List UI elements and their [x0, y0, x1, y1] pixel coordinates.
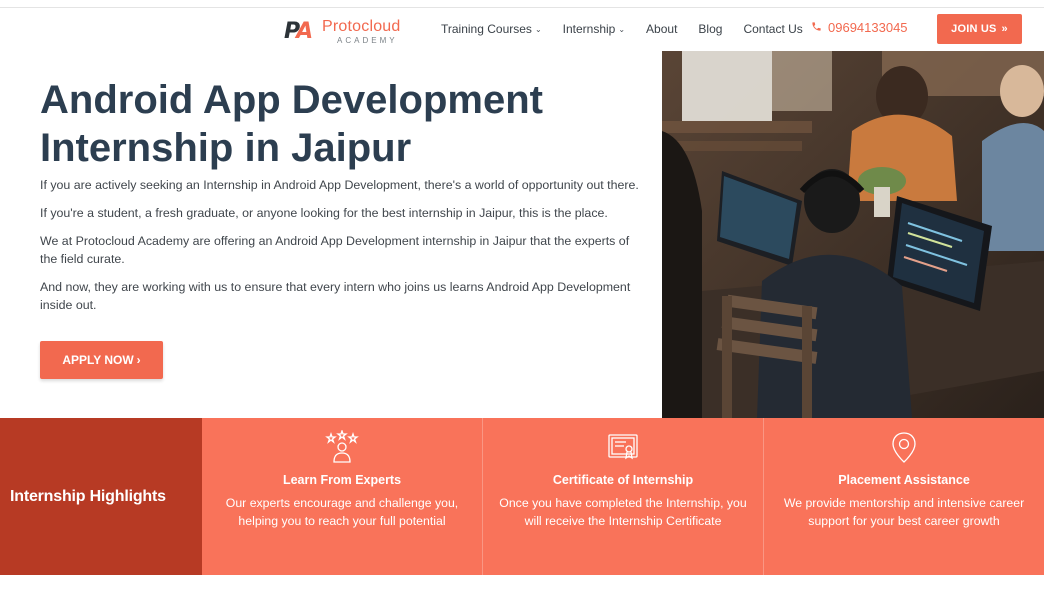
- highlights-label-box: Internship Highlights: [0, 418, 202, 575]
- certificate-icon: [606, 430, 640, 464]
- site-header: PA Protocloud ACADEMY Training Courses ⌄…: [0, 8, 1044, 51]
- highlight-description: Our experts encourage and challenge you,…: [225, 496, 459, 528]
- apply-now-button[interactable]: APPLY NOW ›: [40, 341, 163, 379]
- page-title: Android App Development Internship in Ja…: [40, 78, 543, 170]
- hero-paragraph: We at Protocloud Academy are offering an…: [40, 234, 630, 266]
- highlight-title: Certificate of Internship: [552, 473, 694, 487]
- chevron-down-icon: ⌄: [534, 24, 542, 34]
- highlight-description: We provide mentorship and intensive care…: [783, 496, 1025, 528]
- nav-item-blog[interactable]: Blog: [698, 22, 722, 36]
- internship-highlights-band: Internship Highlights Learn From Experts…: [0, 418, 1044, 575]
- nav-item-contact-us[interactable]: Contact Us: [743, 22, 802, 36]
- hero-paragraph: If you are actively seeking an Internshi…: [40, 178, 639, 192]
- highlight-card-learn-from-experts: Learn From Experts Our experts encourage…: [202, 418, 483, 575]
- join-us-button[interactable]: JOIN US »: [937, 14, 1022, 44]
- hero-paragraph: And now, they are working with us to ens…: [40, 280, 631, 312]
- protocloud-logo[interactable]: PA Protocloud ACADEMY: [284, 18, 414, 50]
- highlight-description: Once you have completed the Internship, …: [499, 496, 747, 528]
- main-nav: Training Courses ⌄ Internship ⌄ About Bl…: [441, 21, 824, 37]
- double-chevron-right-icon: »: [1001, 23, 1008, 35]
- highlights-heading: Internship Highlights: [10, 487, 166, 505]
- logo-sub-text: ACADEMY: [337, 36, 398, 45]
- logo-brand-text: Protocloud: [322, 18, 401, 35]
- location-pin-icon: [887, 430, 921, 464]
- hero-photo-students-with-laptops: [662, 51, 1044, 418]
- page-bottom-area: [0, 575, 1044, 608]
- phone-icon: [811, 21, 822, 35]
- expert-stars-icon: [325, 428, 359, 464]
- nav-item-training-courses[interactable]: Training Courses ⌄: [441, 22, 542, 36]
- logo-mark: PA: [284, 19, 313, 44]
- nav-item-about[interactable]: About: [646, 22, 677, 36]
- highlight-card-placement: Placement Assistance We provide mentorsh…: [764, 418, 1044, 575]
- highlight-title: Placement Assistance: [838, 473, 970, 487]
- nav-item-internship[interactable]: Internship ⌄: [563, 22, 625, 36]
- phone-number: 09694133045: [828, 20, 908, 35]
- phone-link[interactable]: 09694133045: [811, 20, 908, 35]
- top-border: [0, 0, 1044, 8]
- hero-photo-illustration: [662, 51, 1044, 418]
- hero-paragraph: If you're a student, a fresh graduate, o…: [40, 206, 608, 220]
- chevron-down-icon: ⌄: [618, 24, 626, 34]
- highlight-card-certificate: Certificate of Internship Once you have …: [483, 418, 764, 575]
- chevron-right-icon: ›: [136, 353, 141, 367]
- hero-description: If you are actively seeking an Internshi…: [40, 176, 645, 324]
- highlight-title: Learn From Experts: [282, 473, 402, 487]
